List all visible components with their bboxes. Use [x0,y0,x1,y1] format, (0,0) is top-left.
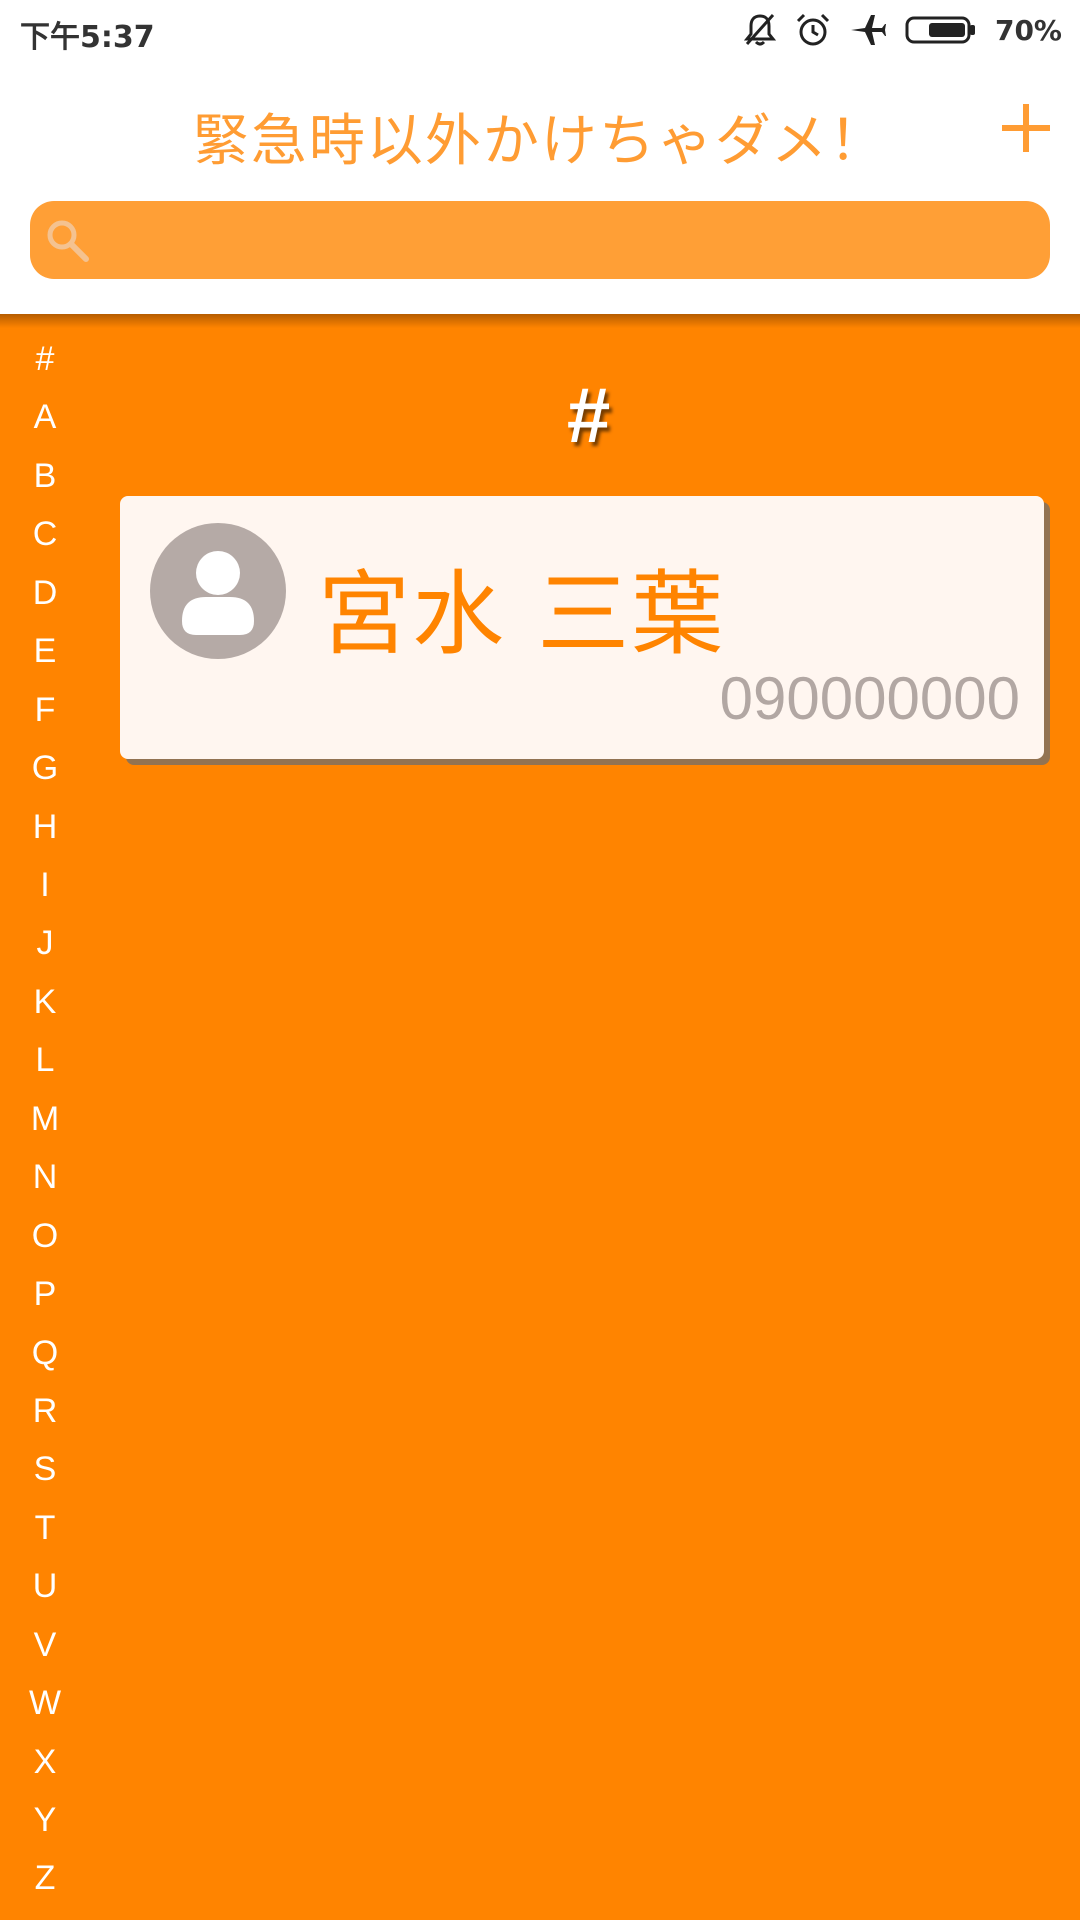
index-letter-y[interactable]: Y [0,1801,90,1840]
contact-phone: 090000000 [719,665,1020,732]
battery-icon [905,15,977,45]
index-letter-r[interactable]: R [0,1392,90,1431]
battery-percent: 70% [994,13,1062,47]
index-letter-g[interactable]: G [0,749,90,788]
search-bar[interactable] [30,201,1050,281]
page-title: 緊急時以外かけちゃダメ！ [192,109,888,174]
add-contact-button[interactable] [998,100,1054,156]
status-icons: 70% [743,10,1062,50]
index-letter-n[interactable]: N [0,1158,90,1197]
contact-name: 宮水 三葉 [318,561,726,668]
index-letter-j[interactable]: J [0,924,90,963]
index-letter-t[interactable]: T [0,1509,90,1548]
contacts-screen: 下午5:37 70% 緊急時以外かけちゃダメ！ # A B C D E F G … [0,0,1080,1920]
plus-icon [1002,104,1050,152]
contact-card[interactable]: 宮水 三葉 090000000 [120,496,1044,759]
bell-off-icon [743,12,777,48]
section-header: # [565,371,610,459]
index-letter-d[interactable]: D [0,574,90,613]
index-letter-s[interactable]: S [0,1450,90,1489]
index-letter-c[interactable]: C [0,515,90,554]
index-letter-v[interactable]: V [0,1626,90,1665]
index-letter-q[interactable]: Q [0,1334,90,1373]
index-letter-u[interactable]: U [0,1567,90,1606]
status-time: 下午5:37 [20,20,155,55]
index-letter-b[interactable]: B [0,457,90,496]
index-letter-m[interactable]: M [0,1100,90,1139]
index-letter-k[interactable]: K [0,983,90,1022]
airplane-icon [849,12,887,48]
index-letter-o[interactable]: O [0,1217,90,1256]
index-letter-h[interactable]: H [0,808,90,847]
index-letter-i[interactable]: I [0,866,90,905]
index-letter-a[interactable]: A [0,398,90,437]
index-letter-x[interactable]: X [0,1743,90,1782]
index-letter-e[interactable]: E [0,632,90,671]
index-letter-hash[interactable]: # [0,340,90,379]
header-shadow [0,314,1080,328]
index-letter-z[interactable]: Z [0,1859,90,1898]
search-input[interactable] [110,201,1034,281]
index-letter-w[interactable]: W [0,1684,90,1723]
index-letter-l[interactable]: L [0,1041,90,1080]
alarm-icon [795,12,831,48]
search-icon [47,220,89,262]
person-avatar-icon [150,523,286,659]
alphabet-index[interactable]: # A B C D E F G H I J K L M N O P Q R S … [0,340,90,1900]
index-letter-f[interactable]: F [0,691,90,730]
status-bar: 下午5:37 70% [0,0,1080,60]
app-header: 下午5:37 70% 緊急時以外かけちゃダメ！ [0,0,1080,314]
index-letter-p[interactable]: P [0,1275,90,1314]
